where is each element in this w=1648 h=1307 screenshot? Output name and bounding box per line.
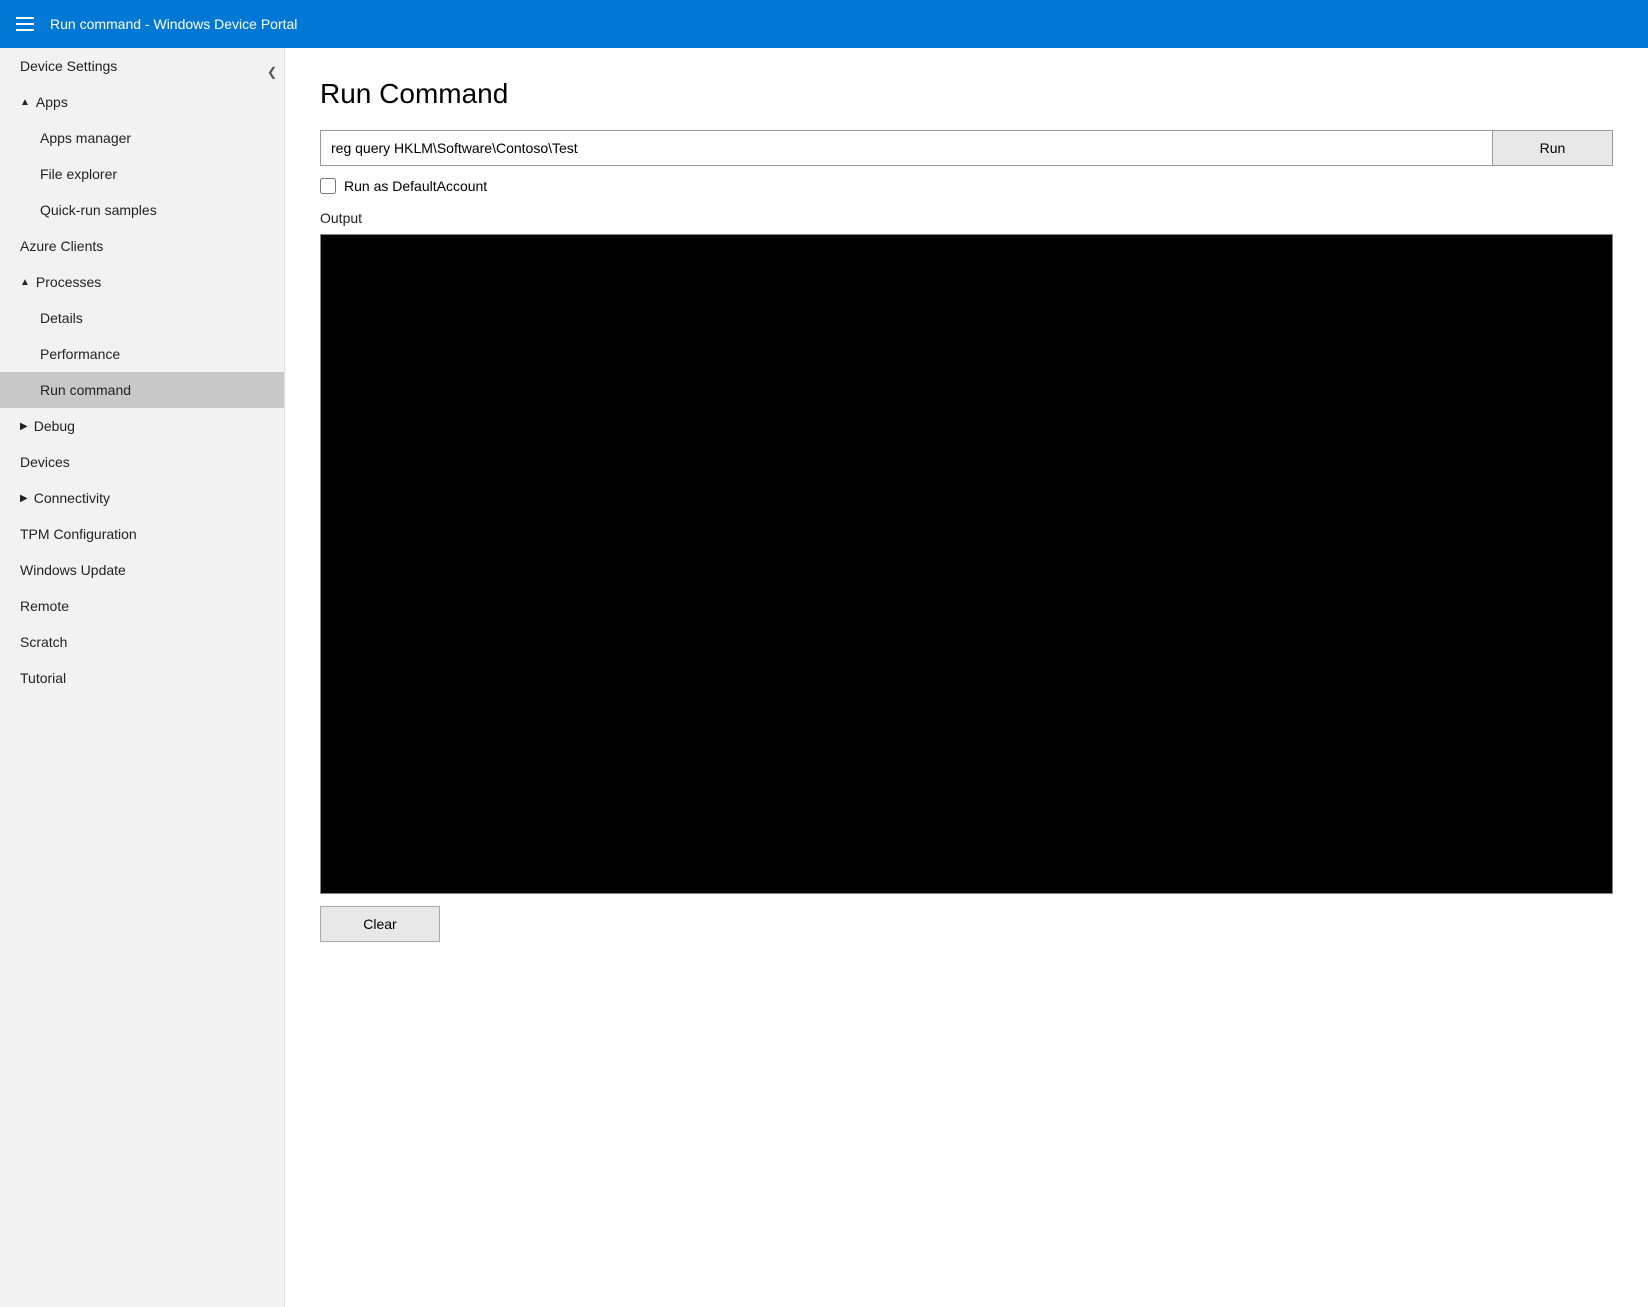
sidebar-item-tutorial[interactable]: Tutorial: [0, 660, 284, 696]
page-title: Run Command: [320, 78, 1613, 110]
collapse-button[interactable]: ❮: [260, 60, 284, 84]
sidebar-label-quick-run-samples: Quick-run samples: [40, 202, 157, 218]
command-row: Run: [320, 130, 1613, 166]
sidebar-nav: Device Settings ▲ Apps Apps manager File exp…: [0, 48, 284, 696]
sidebar: ❮ Device Settings ▲ Apps Apps manager File e…: [0, 48, 285, 1307]
sidebar-item-performance[interactable]: Performance: [0, 336, 284, 372]
sidebar-item-scratch[interactable]: Scratch: [0, 624, 284, 660]
default-account-label: Run as DefaultAccount: [344, 178, 487, 194]
output-area: [320, 234, 1613, 894]
sidebar-item-azure-clients[interactable]: Azure Clients: [0, 228, 284, 264]
triangle-icon-apps: ▲: [20, 97, 30, 108]
sidebar-item-quick-run-samples[interactable]: Quick-run samples: [0, 192, 284, 228]
sidebar-item-apps[interactable]: ▲ Apps: [0, 84, 284, 120]
sidebar-label-connectivity: Connectivity: [34, 490, 110, 506]
triangle-icon-debug: ▶: [20, 421, 28, 432]
sidebar-label-debug: Debug: [34, 418, 75, 434]
content-area: Run Command Run Run as DefaultAccount Ou…: [285, 48, 1648, 1307]
title-bar: Run command - Windows Device Portal: [0, 0, 1648, 48]
sidebar-label-azure-clients: Azure Clients: [20, 238, 103, 254]
sidebar-item-device-settings[interactable]: Device Settings: [0, 48, 284, 84]
output-label: Output: [320, 210, 1613, 226]
sidebar-label-tutorial: Tutorial: [20, 670, 66, 686]
sidebar-item-debug[interactable]: ▶ Debug: [0, 408, 284, 444]
triangle-icon-processes: ▲: [20, 277, 30, 288]
clear-button[interactable]: Clear: [320, 906, 440, 942]
sidebar-label-device-settings: Device Settings: [20, 58, 117, 74]
sidebar-label-apps: Apps: [36, 94, 68, 110]
hamburger-menu[interactable]: [16, 17, 34, 31]
run-button[interactable]: Run: [1493, 130, 1613, 166]
window-title: Run command - Windows Device Portal: [50, 16, 297, 32]
sidebar-item-run-command[interactable]: Run command: [0, 372, 284, 408]
sidebar-label-details: Details: [40, 310, 83, 326]
sidebar-item-tpm-configuration[interactable]: TPM Configuration: [0, 516, 284, 552]
sidebar-label-run-command: Run command: [40, 382, 131, 398]
sidebar-item-file-explorer[interactable]: File explorer: [0, 156, 284, 192]
checkbox-row: Run as DefaultAccount: [320, 178, 1613, 194]
command-input[interactable]: [320, 130, 1493, 166]
sidebar-label-performance: Performance: [40, 346, 120, 362]
sidebar-label-windows-update: Windows Update: [20, 562, 126, 578]
sidebar-item-apps-manager[interactable]: Apps manager: [0, 120, 284, 156]
sidebar-label-scratch: Scratch: [20, 634, 67, 650]
sidebar-item-devices[interactable]: Devices: [0, 444, 284, 480]
sidebar-item-windows-update[interactable]: Windows Update: [0, 552, 284, 588]
sidebar-label-devices: Devices: [20, 454, 70, 470]
triangle-icon-connectivity: ▶: [20, 493, 28, 504]
sidebar-item-connectivity[interactable]: ▶ Connectivity: [0, 480, 284, 516]
sidebar-label-remote: Remote: [20, 598, 69, 614]
sidebar-label-tpm-configuration: TPM Configuration: [20, 526, 137, 542]
sidebar-label-processes: Processes: [36, 274, 101, 290]
sidebar-item-details[interactable]: Details: [0, 300, 284, 336]
default-account-checkbox[interactable]: [320, 178, 336, 194]
sidebar-item-processes[interactable]: ▲ Processes: [0, 264, 284, 300]
sidebar-label-apps-manager: Apps manager: [40, 130, 131, 146]
sidebar-item-remote[interactable]: Remote: [0, 588, 284, 624]
main-layout: ❮ Device Settings ▲ Apps Apps manager File e…: [0, 48, 1648, 1307]
sidebar-label-file-explorer: File explorer: [40, 166, 117, 182]
